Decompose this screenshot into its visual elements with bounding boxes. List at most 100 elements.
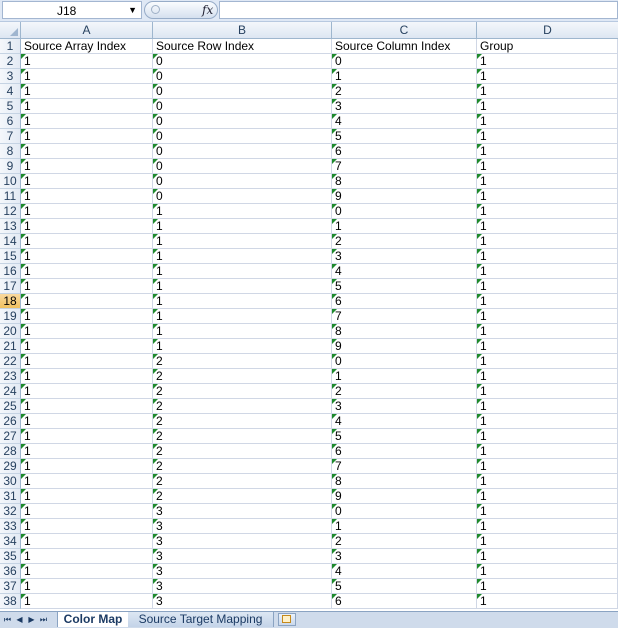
grid-cell[interactable]: 1 <box>21 189 153 204</box>
grid-cell[interactable]: 5 <box>332 129 477 144</box>
grid-cell[interactable]: 0 <box>332 354 477 369</box>
grid-cell[interactable]: 2 <box>153 444 332 459</box>
grid-cell[interactable]: 1 <box>477 459 618 474</box>
insert-sheet-button[interactable] <box>278 613 296 626</box>
grid-cell[interactable]: 7 <box>332 459 477 474</box>
grid-cell[interactable]: 0 <box>153 99 332 114</box>
grid-cell[interactable]: 7 <box>332 159 477 174</box>
grid-cell[interactable]: 1 <box>477 339 618 354</box>
grid-cell[interactable]: 1 <box>477 189 618 204</box>
grid-cell[interactable]: 2 <box>153 489 332 504</box>
grid-cell[interactable]: 1 <box>477 354 618 369</box>
grid-cell[interactable]: 1 <box>477 69 618 84</box>
grid-cell[interactable]: 1 <box>332 69 477 84</box>
grid-cell[interactable]: 1 <box>477 474 618 489</box>
grid-cell[interactable]: 1 <box>477 384 618 399</box>
grid-cell[interactable]: 1 <box>332 519 477 534</box>
grid-cell[interactable]: 1 <box>21 549 153 564</box>
grid-cell[interactable]: 1 <box>21 129 153 144</box>
grid-cell[interactable]: 1 <box>477 159 618 174</box>
grid-cell[interactable]: 1 <box>21 534 153 549</box>
grid-cell[interactable]: 1 <box>477 279 618 294</box>
grid-cell[interactable]: 1 <box>477 324 618 339</box>
grid-cell[interactable]: 2 <box>153 354 332 369</box>
grid-cell[interactable]: 1 <box>21 249 153 264</box>
row-header[interactable]: 13 <box>0 219 21 234</box>
grid-cell[interactable]: 2 <box>332 84 477 99</box>
name-box-dropdown-icon[interactable]: ▼ <box>128 5 137 15</box>
grid-cell[interactable]: 1 <box>21 384 153 399</box>
grid-cell[interactable]: 1 <box>477 534 618 549</box>
grid-cell[interactable]: 1 <box>153 339 332 354</box>
grid-cell[interactable]: 1 <box>21 369 153 384</box>
grid-cell[interactable]: 2 <box>153 459 332 474</box>
grid-cell[interactable]: 3 <box>332 549 477 564</box>
grid-cell[interactable]: 3 <box>332 399 477 414</box>
row-header[interactable]: 9 <box>0 159 21 174</box>
grid-cell[interactable]: 2 <box>153 384 332 399</box>
row-header[interactable]: 21 <box>0 339 21 354</box>
grid-cell[interactable]: 4 <box>332 414 477 429</box>
grid-cell[interactable]: 2 <box>153 399 332 414</box>
row-header[interactable]: 4 <box>0 84 21 99</box>
row-header[interactable]: 8 <box>0 144 21 159</box>
row-header[interactable]: 23 <box>0 369 21 384</box>
grid-cell[interactable]: 3 <box>153 564 332 579</box>
header-cell[interactable]: Source Column Index <box>332 39 477 54</box>
insert-function-button[interactable]: fx <box>202 3 213 17</box>
row-header[interactable]: 18 <box>0 294 21 309</box>
row-header[interactable]: 33 <box>0 519 21 534</box>
grid-cell[interactable]: 1 <box>477 234 618 249</box>
row-header[interactable]: 34 <box>0 534 21 549</box>
grid-cell[interactable]: 1 <box>21 429 153 444</box>
grid-cell[interactable]: 1 <box>21 144 153 159</box>
grid-cell[interactable]: 1 <box>477 444 618 459</box>
grid-cell[interactable]: 8 <box>332 324 477 339</box>
grid-cell[interactable]: 1 <box>477 84 618 99</box>
grid-cell[interactable]: 0 <box>332 54 477 69</box>
grid-cell[interactable]: 1 <box>477 309 618 324</box>
grid-cell[interactable]: 0 <box>153 159 332 174</box>
row-header[interactable]: 29 <box>0 459 21 474</box>
row-header[interactable]: 15 <box>0 249 21 264</box>
grid-cell[interactable]: 2 <box>332 384 477 399</box>
grid-cell[interactable]: 6 <box>332 444 477 459</box>
grid-cell[interactable]: 0 <box>153 84 332 99</box>
grid-cell[interactable]: 1 <box>477 144 618 159</box>
grid-cell[interactable]: 1 <box>21 204 153 219</box>
grid-cell[interactable]: 2 <box>332 534 477 549</box>
grid-cell[interactable]: 1 <box>477 174 618 189</box>
grid-cell[interactable]: 1 <box>153 234 332 249</box>
grid-cell[interactable]: 3 <box>332 249 477 264</box>
grid-cell[interactable]: 3 <box>153 504 332 519</box>
grid-cell[interactable]: 1 <box>477 519 618 534</box>
grid-cell[interactable]: 2 <box>153 369 332 384</box>
row-header[interactable]: 5 <box>0 99 21 114</box>
row-header[interactable]: 24 <box>0 384 21 399</box>
grid-cell[interactable]: 0 <box>153 129 332 144</box>
grid-cell[interactable]: 1 <box>477 54 618 69</box>
grid-cell[interactable]: 9 <box>332 339 477 354</box>
grid-cell[interactable]: 3 <box>332 99 477 114</box>
grid-cell[interactable]: 1 <box>477 219 618 234</box>
row-header[interactable]: 35 <box>0 549 21 564</box>
row-header[interactable]: 1 <box>0 39 21 54</box>
grid-cell[interactable]: 1 <box>21 414 153 429</box>
first-sheet-button[interactable]: ⏮ <box>2 613 13 626</box>
grid-cell[interactable]: 2 <box>332 234 477 249</box>
row-header[interactable]: 20 <box>0 324 21 339</box>
grid-cell[interactable]: 1 <box>21 474 153 489</box>
last-sheet-button[interactable]: ⏭ <box>38 613 49 626</box>
row-header[interactable]: 17 <box>0 279 21 294</box>
grid-cell[interactable]: 1 <box>477 99 618 114</box>
tab-color-map[interactable]: Color Map <box>57 612 129 627</box>
grid-cell[interactable]: 5 <box>332 429 477 444</box>
grid-cell[interactable]: 1 <box>477 489 618 504</box>
grid-cell[interactable]: 1 <box>21 489 153 504</box>
grid-cell[interactable]: 1 <box>21 444 153 459</box>
grid-cell[interactable]: 1 <box>477 594 618 609</box>
grid-cell[interactable]: 1 <box>153 279 332 294</box>
grid-cell[interactable]: 2 <box>153 414 332 429</box>
formula-expand-icon[interactable] <box>151 5 160 14</box>
grid-cell[interactable]: 1 <box>477 504 618 519</box>
